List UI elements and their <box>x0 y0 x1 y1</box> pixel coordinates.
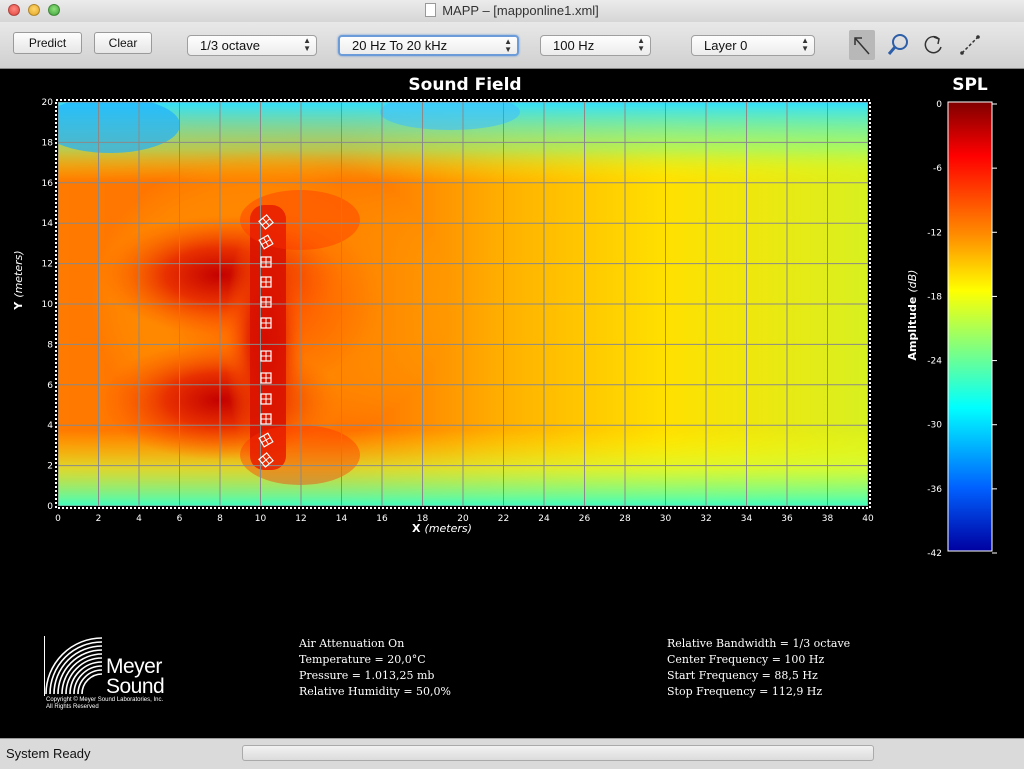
x-tick-label: 8 <box>217 514 223 524</box>
spl-tick-label: -6 <box>933 164 942 174</box>
x-tick-label: 30 <box>660 514 672 524</box>
spl-tick-label: -36 <box>927 485 942 495</box>
logo-copyright: Copyright © Meyer Sound Laboratories, In… <box>46 697 163 711</box>
x-tick-label: 38 <box>822 514 834 524</box>
stop-frequency-text: Stop Frequency = 112,9 Hz <box>667 685 823 698</box>
y-axis-label: Y(meters) <box>12 250 25 310</box>
x-tick-label: 40 <box>862 514 874 524</box>
x-tick-label: 24 <box>538 514 550 524</box>
sound-field-heatmap <box>58 102 868 506</box>
center-frequency-text: Center Frequency = 100 Hz <box>667 653 825 666</box>
temperature-text: Temperature = 20,0°C <box>299 653 426 666</box>
copyright-line-1: Copyright © Meyer Sound Laboratories, In… <box>46 697 164 703</box>
spl-tick-label: -24 <box>927 357 942 367</box>
copyright-line-2: All Rights Reserved <box>46 704 99 710</box>
humidity-text: Relative Humidity = 50,0% <box>299 685 452 698</box>
y-tick-label: 14 <box>42 219 54 229</box>
status-text: System Ready <box>6 746 91 761</box>
y-tick-label: 16 <box>42 179 54 189</box>
spl-tick-label: -42 <box>927 549 942 559</box>
amplitude-axis-label: Amplitude(dB) <box>906 270 919 361</box>
relative-bandwidth-text: Relative Bandwidth = 1/3 octave <box>667 637 851 650</box>
x-tick-label: 6 <box>177 514 183 524</box>
x-tick-label: 22 <box>498 514 509 524</box>
y-tick-label: 6 <box>47 381 53 391</box>
y-tick-label: 12 <box>42 260 53 270</box>
x-tick-label: 12 <box>295 514 306 524</box>
y-axis-ticks: 0 2 4 6 8 10 12 14 16 18 20 <box>42 98 54 512</box>
x-tick-label: 32 <box>700 514 711 524</box>
spl-tick-label: -30 <box>927 421 942 431</box>
environment-info: Air Attenuation On Temperature = 20,0°C … <box>299 636 451 700</box>
status-bar: System Ready <box>0 738 1024 769</box>
x-tick-label: 0 <box>55 514 61 524</box>
logo-word-meyer: Meyer <box>106 655 162 678</box>
air-attenuation-text: Air Attenuation On <box>299 637 405 650</box>
x-tick-label: 10 <box>255 514 267 524</box>
pressure-text: Pressure = 1.013,25 mb <box>299 669 435 682</box>
y-tick-label: 0 <box>47 502 53 512</box>
progress-bar <box>242 745 874 761</box>
x-tick-label: 14 <box>336 514 348 524</box>
y-tick-label: 10 <box>42 300 54 310</box>
spl-tick-label: 0 <box>936 100 942 110</box>
y-tick-label: 18 <box>42 138 54 148</box>
y-tick-label: 20 <box>42 98 54 108</box>
x-tick-label: 36 <box>781 514 793 524</box>
meyer-sound-logo: Meyer Sound Copyright © Meyer Sound Labo… <box>44 636 184 716</box>
x-tick-label: 26 <box>579 514 591 524</box>
x-tick-label: 2 <box>96 514 102 524</box>
y-tick-label: 8 <box>47 340 53 350</box>
plot-grid <box>58 102 868 506</box>
x-tick-label: 4 <box>136 514 142 524</box>
x-tick-label: 34 <box>741 514 753 524</box>
start-frequency-text: Start Frequency = 88,5 Hz <box>667 669 818 682</box>
spl-tick-label: -12 <box>927 228 942 238</box>
x-tick-label: 28 <box>619 514 631 524</box>
spl-color-scale <box>947 101 993 552</box>
meyer-sound-arcs-icon <box>44 636 103 696</box>
y-tick-label: 2 <box>47 462 53 472</box>
logo-word-sound: Sound <box>106 675 165 698</box>
spl-tick-label: -18 <box>927 292 942 302</box>
y-tick-label: 4 <box>47 421 53 431</box>
x-tick-label: 16 <box>376 514 388 524</box>
frequency-info: Relative Bandwidth = 1/3 octave Center F… <box>667 636 850 700</box>
